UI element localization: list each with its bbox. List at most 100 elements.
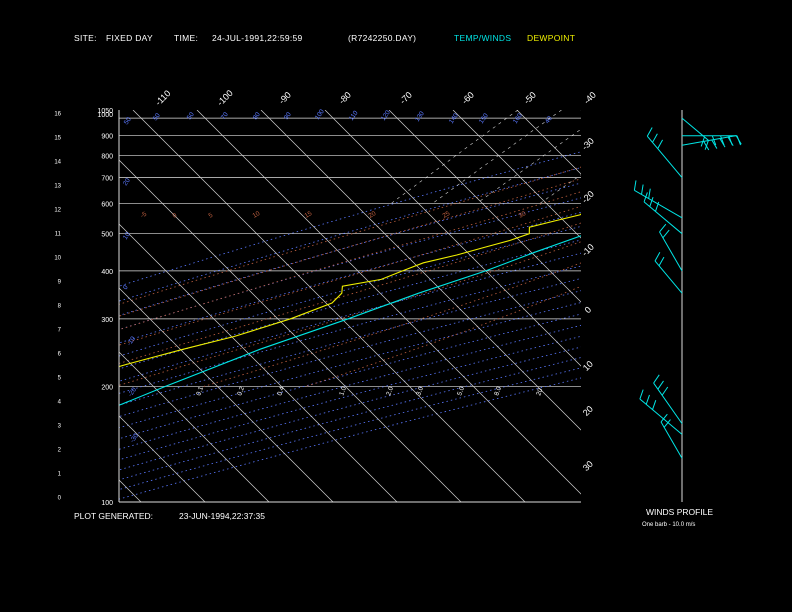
mixing-ratio-label: 8.0: [493, 385, 503, 396]
wind-barb-flag: [735, 135, 742, 145]
wind-barb-flag: [641, 184, 644, 195]
temperature-tick-label: -70: [398, 90, 414, 106]
moist-adiabat-label: 30: [518, 210, 528, 220]
isotherm-line: [452, 110, 581, 239]
pressure-tick-label: 100: [101, 500, 113, 507]
height-tick-label: 12: [54, 208, 61, 214]
temperature-tick-label: -100: [215, 88, 235, 108]
pressure-tick-label: 400: [101, 269, 113, 276]
wind-barb-flag: [648, 188, 651, 199]
wind-barb-flag: [633, 180, 637, 191]
pressure-tick-label: 300: [101, 317, 113, 324]
dry-adiabat-label: 130: [414, 110, 426, 123]
mixing-ratio-line: [592, 110, 730, 203]
wind-barb-flag: [645, 394, 650, 405]
wind-barb-flag: [657, 380, 664, 390]
temperature-tick-label: -60: [460, 90, 476, 106]
isotherm-line: [260, 110, 581, 431]
isotherm-line: [119, 479, 142, 502]
height-tick-label: 10: [54, 256, 61, 262]
temperature-tick-label: -80: [337, 90, 353, 106]
mixing-ratio-label: 5.0: [456, 385, 466, 396]
height-tick-label: 9: [58, 280, 62, 286]
wind-barb-flag: [639, 389, 644, 400]
temperature-tick-label: 10: [581, 359, 595, 373]
dry-adiabat-label: 0: [122, 284, 130, 291]
mixing-ratio-label: 0.4: [276, 385, 286, 396]
height-tick-label: 14: [54, 160, 61, 166]
mixing-ratio-line: [624, 110, 764, 203]
temperature-tick-label: -50: [522, 90, 538, 106]
height-tick-label: 1: [58, 472, 62, 478]
height-tick-label: 5: [58, 376, 62, 382]
dewpoint-profile-line: [119, 213, 581, 368]
height-tick-label: 4: [58, 400, 62, 406]
dry-adiabat-label: 50: [123, 116, 133, 126]
moist-adiabat-line: [119, 241, 581, 386]
mixing-ratio-line: [391, 110, 519, 204]
moist-adiabat-line: [119, 222, 581, 364]
dry-adiabat-label: 50: [152, 112, 162, 122]
wind-barb-flag: [662, 229, 670, 239]
mixing-ratio-label: 3.0: [415, 385, 425, 396]
temperature-tick-label: -10: [580, 242, 596, 258]
wind-barb-flag: [654, 252, 661, 262]
temperature-tick-label: 30: [581, 459, 595, 473]
wind-barb-flag: [659, 223, 667, 233]
height-tick-label: 6: [58, 352, 62, 358]
moist-adiabat-label: 20: [368, 210, 378, 220]
mixing-ratio-label: 1.0: [338, 385, 348, 396]
dry-adiabat-line: [119, 367, 581, 491]
dry-adiabat-line: [119, 377, 581, 500]
dry-adiabat-label: -10: [126, 335, 137, 347]
moist-adiabat-label: 15: [304, 210, 314, 220]
mixing-ratio-line: [666, 110, 792, 203]
isotherm-line: [645, 110, 792, 502]
temperature-tick-label: -30: [580, 136, 596, 152]
dry-adiabat-label: 110: [348, 109, 360, 122]
dry-adiabat-label: 150: [478, 112, 490, 125]
dry-adiabat-label: 70: [220, 111, 230, 121]
moist-adiabat-label: 10: [252, 210, 262, 220]
wind-barb-shaft: [653, 382, 683, 424]
isotherm-line: [0, 110, 13, 502]
height-tick-label: 16: [54, 112, 61, 118]
isotherm-line: [132, 110, 526, 502]
dry-adiabat-label: 20: [122, 177, 132, 187]
dry-adiabat-label: 160: [512, 112, 524, 125]
mixing-ratio-line: [540, 174, 581, 204]
pressure-tick-label: 700: [101, 176, 113, 183]
height-tick-label: 3: [58, 424, 62, 430]
isotherm-line: [119, 223, 398, 502]
moist-adiabat-label: 5: [208, 212, 215, 220]
height-tick-label: 13: [54, 184, 61, 190]
temperature-tick-label: -40: [582, 90, 598, 106]
temperature-tick-label: -20: [580, 189, 596, 205]
wind-barb-flag: [652, 133, 658, 143]
mixing-ratio-label: 0.1: [195, 385, 205, 396]
dry-adiabat-label: 10: [122, 231, 132, 241]
moist-adiabat-label: 25: [442, 210, 452, 220]
dry-adiabat-label: -30: [129, 432, 140, 444]
plot-generated-value: 23-JUN-1994,22:37:35: [179, 511, 266, 521]
wind-barb-flag: [652, 400, 657, 410]
pressure-tick-label: 500: [101, 232, 113, 239]
pressure-tick-label: 200: [101, 384, 113, 391]
plot-generated-label: PLOT GENERATED:: [74, 511, 154, 521]
isotherm-line: [119, 159, 462, 502]
moist-adiabat-label: -5: [140, 211, 149, 220]
dry-adiabat-line: [119, 151, 581, 287]
height-tick-label: 15: [54, 136, 61, 142]
dry-adiabat-label: 40: [544, 115, 554, 125]
mixing-ratio-label: 0.2: [236, 385, 246, 396]
height-tick-label: 0: [58, 496, 62, 502]
height-tick-label: 11: [55, 232, 62, 238]
wind-barb-flag: [646, 127, 653, 137]
dry-adiabat-label: 100: [314, 108, 326, 121]
isotherm-line: [119, 287, 334, 502]
pressure-tick-label: 600: [101, 201, 113, 208]
moist-adiabat-line: [119, 166, 581, 305]
dry-adiabat-line: [119, 357, 581, 481]
isotherm-line: [196, 110, 581, 495]
pressure-tick-label: 900: [101, 134, 113, 141]
